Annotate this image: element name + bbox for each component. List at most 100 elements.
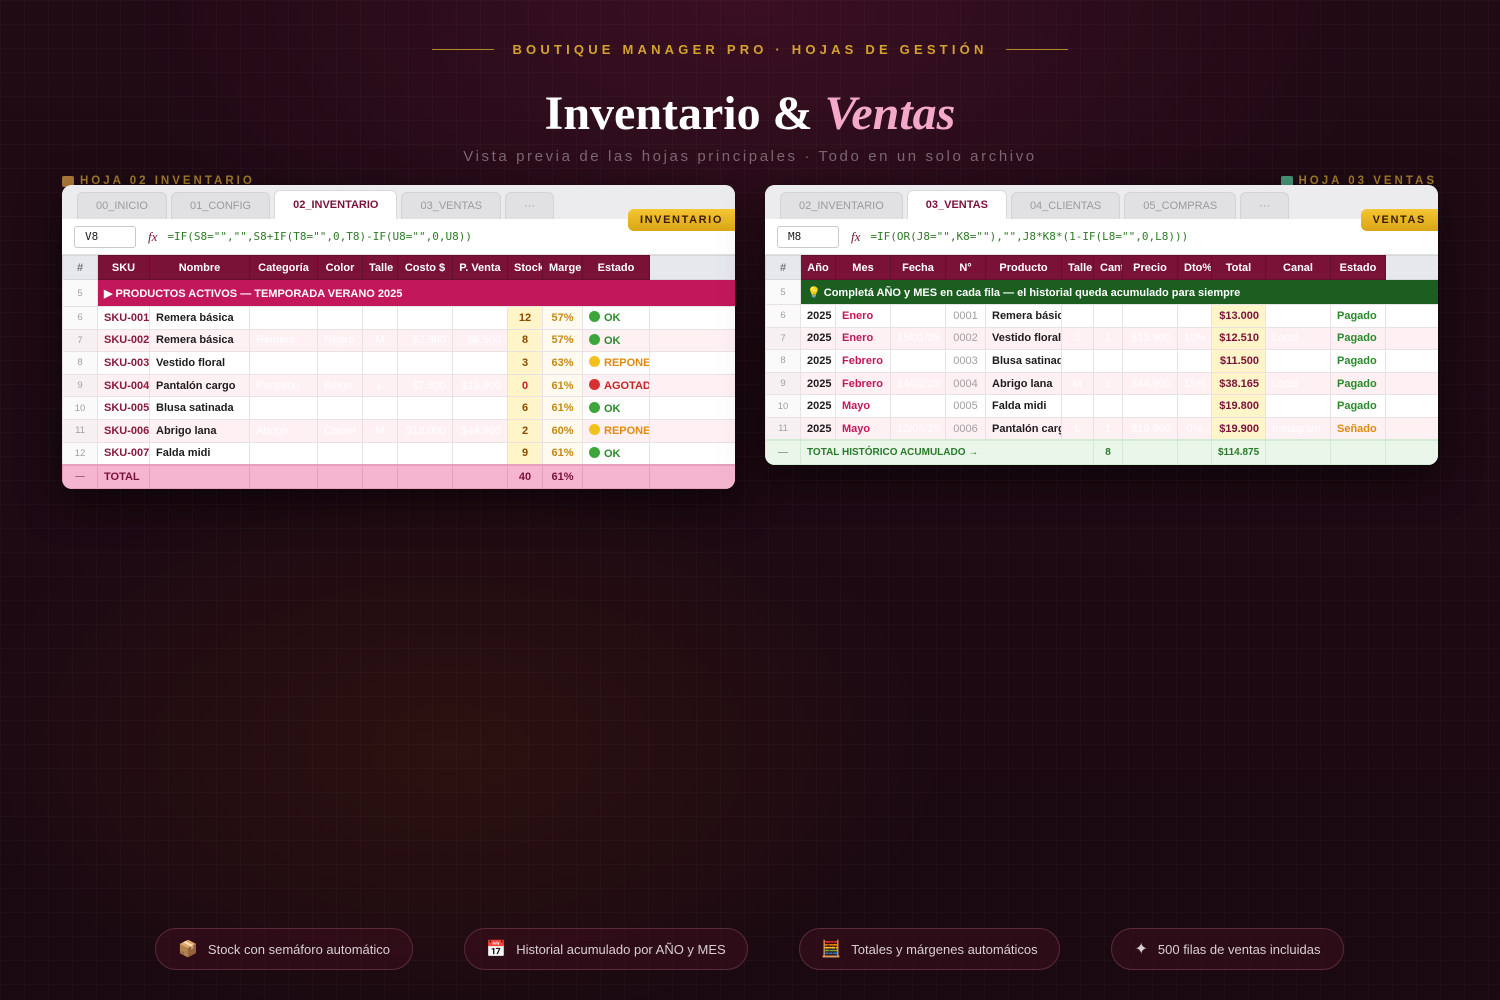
- cell-total[interactable]: $11.500: [1211, 349, 1266, 373]
- tab-more[interactable]: ···: [1240, 192, 1290, 219]
- cell-color[interactable]: Negro: [317, 306, 363, 330]
- tab-more[interactable]: ···: [505, 192, 555, 219]
- col-header-venta[interactable]: P. Venta: [452, 255, 508, 280]
- cell-sku[interactable]: SKU-004: [97, 373, 150, 398]
- cell-color[interactable]: Rosa: [317, 351, 363, 375]
- tab-05-compras[interactable]: 05_COMPRAS: [1124, 192, 1237, 219]
- cell-precio[interactable]: $44.900: [1122, 371, 1178, 396]
- cell-estado[interactable]: Pagado: [1330, 304, 1386, 328]
- cell-sku[interactable]: SKU-002: [97, 328, 150, 353]
- cell-estado[interactable]: OK: [582, 306, 650, 330]
- col-header-color[interactable]: Color: [317, 255, 363, 280]
- col-header-mes[interactable]: Mes: [835, 255, 891, 280]
- cell-sku[interactable]: SKU-003: [97, 351, 150, 375]
- cell-venta[interactable]: $19.900: [452, 373, 508, 398]
- cell-color[interactable]: Blanco: [317, 396, 363, 420]
- cell-anio[interactable]: 2025: [800, 416, 836, 441]
- cell-nombre[interactable]: Remera básica: [149, 306, 250, 330]
- cell-reference-box[interactable]: M8: [777, 225, 839, 248]
- cell-talle[interactable]: S: [362, 306, 398, 330]
- cell-costo[interactable]: $5.200: [397, 351, 453, 375]
- cell-stock[interactable]: 12: [507, 306, 543, 330]
- cell-costo[interactable]: $3.900: [397, 441, 453, 466]
- cell-costo[interactable]: $18.000: [397, 418, 453, 443]
- cell-total[interactable]: $38.165: [1211, 371, 1266, 396]
- cell-fecha[interactable]: 15/01/25: [890, 326, 946, 351]
- col-header-total[interactable]: Total: [1211, 255, 1266, 280]
- cell-nombre[interactable]: Blusa satinada: [149, 396, 250, 420]
- cell-empty[interactable]: [649, 373, 735, 398]
- cell-anio[interactable]: 2025: [800, 326, 836, 351]
- cell-sku[interactable]: SKU-007: [97, 441, 150, 466]
- col-header-fecha[interactable]: Fecha: [890, 255, 946, 280]
- cell-margen[interactable]: 61%: [542, 373, 583, 398]
- cell-talle[interactable]: S: [362, 396, 398, 420]
- cell-estado[interactable]: Pagado: [1330, 349, 1386, 373]
- cell-nombre[interactable]: Pantalón cargo: [149, 373, 250, 398]
- cell-venta[interactable]: $9.900: [452, 441, 508, 466]
- cell-numero[interactable]: 0005: [945, 394, 986, 418]
- cell-stock[interactable]: 2: [507, 418, 543, 443]
- col-header-dto[interactable]: Dto%: [1177, 255, 1212, 280]
- cell-anio[interactable]: 2025: [800, 371, 836, 396]
- cell-cant[interactable]: 1: [1093, 416, 1123, 441]
- cell-costo[interactable]: $7.800: [397, 373, 453, 398]
- cell-talle[interactable]: S: [1061, 326, 1094, 351]
- cell-mes[interactable]: Febrero: [835, 371, 891, 396]
- col-header-categoria[interactable]: Categoría: [249, 255, 318, 280]
- cell-margen[interactable]: 57%: [542, 328, 583, 353]
- col-header-numero[interactable]: N°: [945, 255, 986, 280]
- cell-empty[interactable]: [1385, 394, 1438, 418]
- cell-canal[interactable]: Local: [1265, 326, 1331, 351]
- cell-estado[interactable]: AGOTADO: [582, 373, 650, 398]
- tab-00-inicio[interactable]: 00_INICIO: [77, 192, 167, 219]
- cell-empty[interactable]: [649, 441, 735, 466]
- cell-empty[interactable]: [649, 328, 735, 353]
- cell-mes[interactable]: Mayo: [835, 394, 891, 418]
- cell-precio[interactable]: $11.500: [1122, 349, 1178, 373]
- cell-producto[interactable]: Falda midi: [985, 394, 1062, 418]
- cell-margen[interactable]: 57%: [542, 306, 583, 330]
- cell-empty[interactable]: [649, 306, 735, 330]
- cell-empty[interactable]: [649, 351, 735, 375]
- cell-categoria[interactable]: Pantalón: [249, 373, 318, 398]
- cell-categoria[interactable]: Falda: [249, 441, 318, 466]
- cell-dto[interactable]: 0%: [1177, 416, 1212, 441]
- cell-costo[interactable]: $2.800: [397, 328, 453, 353]
- tab-04-clientas[interactable]: 04_CLIENTAS: [1010, 192, 1121, 219]
- section-banner[interactable]: 💡 Completá AÑO y MES en cada fila — el h…: [800, 279, 1438, 305]
- col-header-estado[interactable]: Estado: [582, 255, 650, 280]
- cell-stock[interactable]: 9: [507, 441, 543, 466]
- cell-categoria[interactable]: Abrigo: [249, 418, 318, 443]
- col-header-cant[interactable]: Cant: [1093, 255, 1123, 280]
- cell-venta[interactable]: $11.500: [452, 396, 508, 420]
- cell-color[interactable]: Beige: [317, 373, 363, 398]
- cell-fecha[interactable]: 08/05/25: [890, 394, 946, 418]
- cell-nombre[interactable]: Abrigo lana: [149, 418, 250, 443]
- cell-total[interactable]: $19.900: [1211, 416, 1266, 441]
- cell-mes[interactable]: Enero: [835, 326, 891, 351]
- cell-estado[interactable]: OK: [582, 396, 650, 420]
- cell-stock[interactable]: 8: [507, 328, 543, 353]
- cell-margen[interactable]: 63%: [542, 351, 583, 375]
- cell-canal[interactable]: Instagram: [1265, 416, 1331, 441]
- cell-producto[interactable]: Vestido floral: [985, 326, 1062, 351]
- cell-stock[interactable]: 0: [507, 373, 543, 398]
- cell-sku[interactable]: SKU-006: [97, 418, 150, 443]
- cell-venta[interactable]: $6.500: [452, 328, 508, 353]
- cell-precio[interactable]: $6.500: [1122, 304, 1178, 328]
- cell-numero[interactable]: 0001: [945, 304, 986, 328]
- cell-nombre[interactable]: Vestido floral: [149, 351, 250, 375]
- col-header-sku[interactable]: SKU: [97, 255, 150, 280]
- cell-talle[interactable]: M: [1061, 371, 1094, 396]
- cell-numero[interactable]: 0003: [945, 349, 986, 373]
- cell-estado[interactable]: Pagado: [1330, 371, 1386, 396]
- cell-cant[interactable]: 2: [1093, 304, 1123, 328]
- cell-color[interactable]: Negro: [317, 441, 363, 466]
- col-header-estado[interactable]: Estado: [1330, 255, 1386, 280]
- cell-venta[interactable]: $6.500: [452, 306, 508, 330]
- cell-canal[interactable]: TikTok: [1265, 394, 1331, 418]
- cell-total[interactable]: $13.000: [1211, 304, 1266, 328]
- cell-precio[interactable]: $13.900: [1122, 326, 1178, 351]
- tab-01-config[interactable]: 01_CONFIG: [170, 192, 271, 219]
